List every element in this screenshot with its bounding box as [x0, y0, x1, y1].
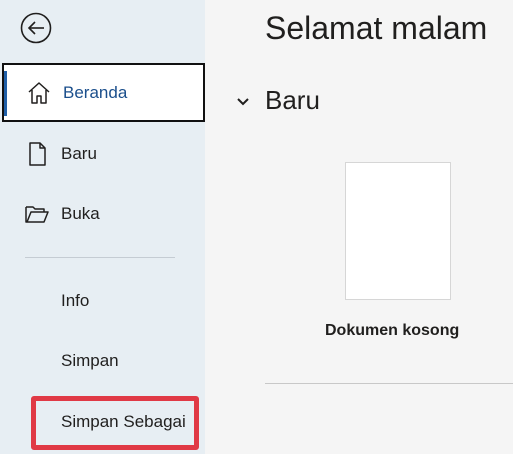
- sidebar-item-info[interactable]: Info: [0, 276, 205, 326]
- sidebar-item-simpan[interactable]: Simpan: [0, 336, 205, 386]
- backstage-sidebar: Beranda Baru Buka Info Simpan Simpan Seb…: [0, 0, 205, 454]
- sidebar-divider: [25, 257, 175, 258]
- sidebar-item-label: Baru: [61, 144, 97, 163]
- chevron-down-icon: [237, 98, 249, 106]
- template-thumbnail: [345, 162, 451, 300]
- sidebar-item-label: Simpan Sebagai: [61, 412, 186, 431]
- active-indicator: [4, 71, 7, 116]
- sidebar-item-simpan-sebagai[interactable]: Simpan Sebagai: [31, 396, 199, 450]
- template-blank-document[interactable]: Dokumen kosong: [325, 162, 459, 357]
- page-title: Selamat malam: [265, 10, 488, 46]
- main-divider: [265, 383, 513, 384]
- sidebar-item-buka[interactable]: Buka: [0, 184, 205, 244]
- template-label: Dokumen kosong: [325, 322, 460, 339]
- back-arrow-icon: [20, 12, 52, 44]
- sidebar-item-baru[interactable]: Baru: [0, 124, 205, 184]
- section-title: Baru: [265, 85, 320, 115]
- backstage-view: Beranda Baru Buka Info Simpan Simpan Seb…: [0, 0, 513, 454]
- new-document-icon: [24, 141, 50, 167]
- back-button[interactable]: [19, 11, 53, 45]
- collapse-section-button[interactable]: [233, 88, 253, 116]
- sidebar-item-label: Beranda: [63, 82, 128, 102]
- sidebar-item-label: Buka: [61, 204, 100, 223]
- main-panel: Selamat malam Baru Dokumen kosong: [205, 0, 513, 454]
- sidebar-item-label: Simpan: [61, 351, 119, 370]
- sidebar-item-beranda[interactable]: Beranda: [2, 63, 205, 122]
- sidebar-item-label: Info: [61, 291, 90, 310]
- home-icon: [26, 80, 52, 106]
- folder-open-icon: [24, 201, 50, 227]
